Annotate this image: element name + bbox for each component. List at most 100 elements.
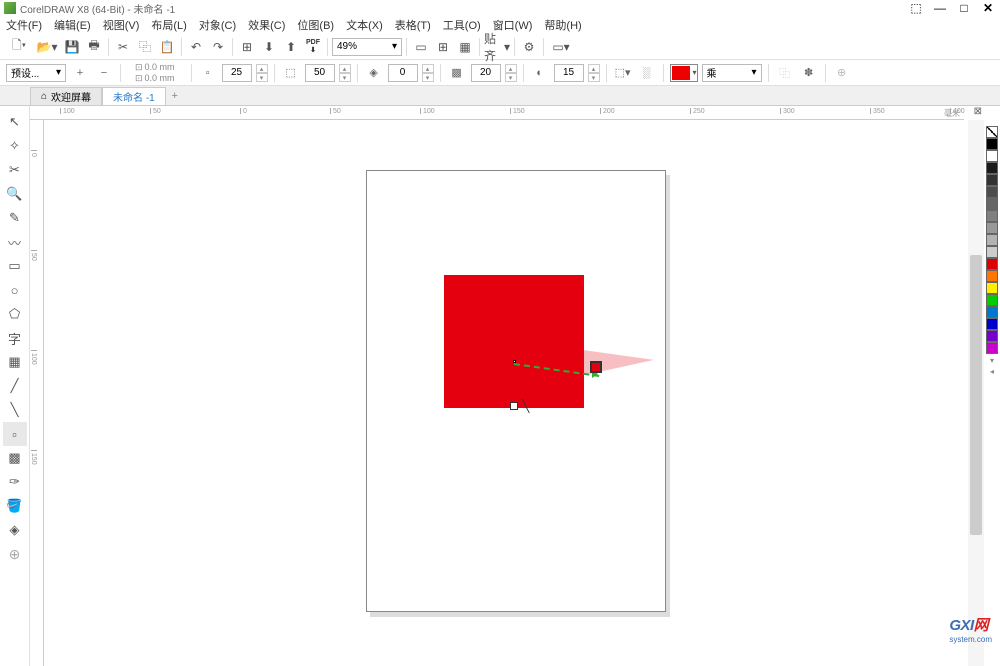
options-button[interactable]: ⚙ — [519, 37, 539, 57]
spinner-down[interactable]: ▾ — [422, 73, 434, 82]
blend-mode-dropdown[interactable]: 乘▾ — [702, 64, 762, 82]
menu-help[interactable]: 帮助(H) — [544, 17, 581, 33]
menu-file[interactable]: 文件(F) — [6, 17, 42, 33]
expand-tools[interactable]: ⊕ — [3, 542, 27, 566]
menu-bitmap[interactable]: 位图(B) — [297, 17, 334, 33]
connector-tool[interactable]: ╲ — [3, 398, 27, 422]
shadow-fade-icon[interactable]: ◈ — [364, 63, 384, 83]
color-swatch[interactable] — [986, 186, 998, 198]
menu-text[interactable]: 文本(X) — [346, 17, 383, 33]
color-swatch[interactable] — [986, 210, 998, 222]
palette-menu[interactable]: ◂ — [990, 367, 994, 376]
dimension-tool[interactable]: ╱ — [3, 374, 27, 398]
print-button[interactable]: 🖶 — [84, 37, 104, 57]
tab-welcome[interactable]: ⌂欢迎屏幕 — [30, 87, 102, 105]
color-swatch[interactable] — [986, 294, 998, 306]
vertical-scrollbar[interactable] — [968, 120, 984, 666]
close-button[interactable]: ✕ — [980, 2, 996, 14]
redo-button[interactable]: ↷ — [208, 37, 228, 57]
spinner-up[interactable]: ▴ — [339, 64, 351, 73]
menu-table[interactable]: 表格(T) — [395, 17, 431, 33]
ellipse-tool[interactable]: ○ — [3, 278, 27, 302]
close-canvas-button[interactable]: ⊠ — [974, 106, 982, 117]
shadow-slider-icon[interactable]: ╲ — [522, 399, 532, 409]
color-swatch[interactable] — [986, 174, 998, 186]
color-swatch[interactable] — [986, 306, 998, 318]
spinner-down[interactable]: ▾ — [256, 73, 268, 82]
fullscreen-button[interactable]: ▭ — [411, 37, 431, 57]
red-rectangle-object[interactable] — [444, 275, 584, 408]
guides-button[interactable]: ▦ — [455, 37, 475, 57]
shadow-stretch-icon[interactable]: ⬚ — [281, 63, 301, 83]
freehand-tool[interactable]: ✎ — [3, 206, 27, 230]
transparency-tool[interactable]: ▩ — [3, 446, 27, 470]
color-swatch[interactable] — [986, 342, 998, 354]
scrollbar-thumb[interactable] — [970, 255, 982, 535]
preset-dropdown[interactable]: 预设...▾ — [6, 64, 66, 82]
color-swatch[interactable] — [986, 246, 998, 258]
color-swatch[interactable] — [986, 222, 998, 234]
search-button[interactable]: ⊞ — [237, 37, 257, 57]
remove-preset-button[interactable]: − — [94, 63, 114, 83]
color-swatch[interactable] — [986, 162, 998, 174]
add-preset-button[interactable]: + — [70, 63, 90, 83]
color-swatch[interactable] — [986, 150, 998, 162]
pick-tool[interactable]: ↖ — [3, 110, 27, 134]
cut-button[interactable]: ✂ — [113, 37, 133, 57]
feather-direction-button[interactable]: ⬚▾ — [613, 63, 633, 83]
tab-document[interactable]: 未命名 -1 — [102, 87, 166, 105]
menu-effect[interactable]: 效果(C) — [248, 17, 285, 33]
vertical-ruler[interactable]: 0 50 100 150 — [30, 120, 44, 666]
menu-layout[interactable]: 布局(L) — [151, 17, 186, 33]
spinner-up[interactable]: ▴ — [256, 64, 268, 73]
spinner-down[interactable]: ▾ — [505, 73, 517, 82]
shadow-direction-icon[interactable]: ▫ — [198, 63, 218, 83]
restore-small-icon[interactable]: ⬚ — [908, 2, 924, 14]
zoom-level-input[interactable]: 49%▾ — [332, 38, 402, 56]
artistic-media-tool[interactable]: 〰 — [3, 230, 27, 254]
color-swatch[interactable] — [986, 330, 998, 342]
horizontal-ruler[interactable]: 100 50 0 50 100 150 200 250 300 350 400 … — [30, 106, 964, 120]
menu-tools[interactable]: 工具(O) — [443, 17, 481, 33]
shadow-feather-icon[interactable]: ◐ — [530, 63, 550, 83]
zoom-tool[interactable]: 🔍 — [3, 182, 27, 206]
new-button[interactable]: 🗋▾ — [6, 37, 32, 57]
open-button[interactable]: 📂▾ — [34, 37, 60, 57]
shape-tool[interactable]: ✧ — [3, 134, 27, 158]
color-swatch[interactable] — [986, 258, 998, 270]
shadow-end-handle[interactable] — [590, 361, 602, 373]
launch-button[interactable]: ▭▾ — [548, 37, 574, 57]
shadow-color-picker[interactable]: ▾ — [670, 64, 698, 82]
drop-shadow-tool[interactable]: ▫ — [3, 422, 27, 446]
spinner-up[interactable]: ▴ — [422, 64, 434, 73]
spinner-down[interactable]: ▾ — [339, 73, 351, 82]
palette-scroll-down[interactable]: ▾ — [990, 356, 994, 365]
eyedropper-tool[interactable]: ✑ — [3, 470, 27, 494]
menu-edit[interactable]: 编辑(E) — [54, 17, 91, 33]
color-swatch[interactable] — [986, 318, 998, 330]
spinner-up[interactable]: ▴ — [505, 64, 517, 73]
menu-object[interactable]: 对象(C) — [199, 17, 236, 33]
shadow-opacity-input[interactable]: 20 — [471, 64, 501, 82]
color-swatch[interactable] — [986, 138, 998, 150]
save-button[interactable]: 💾 — [62, 37, 82, 57]
undo-button[interactable]: ↶ — [186, 37, 206, 57]
x-position[interactable]: 0.0 mm — [145, 62, 185, 73]
import-button[interactable]: ⬇ — [259, 37, 279, 57]
outline-tool[interactable]: ◈ — [3, 518, 27, 542]
shadow-start-handle[interactable] — [510, 402, 518, 410]
y-position[interactable]: 0.0 mm — [145, 73, 185, 84]
fill-tool[interactable]: 🪣 — [3, 494, 27, 518]
paste-button[interactable]: 📋 — [157, 37, 177, 57]
shadow-opacity-icon[interactable]: ▩ — [447, 63, 467, 83]
color-swatch[interactable] — [986, 270, 998, 282]
maximize-button[interactable]: □ — [956, 2, 972, 14]
tab-add-button[interactable]: + — [166, 87, 184, 105]
crop-tool[interactable]: ✂ — [3, 158, 27, 182]
spinner-up[interactable]: ▴ — [588, 64, 600, 73]
no-fill-swatch[interactable] — [986, 126, 998, 138]
menu-view[interactable]: 视图(V) — [103, 17, 140, 33]
clear-shadow-button[interactable]: ✽ — [799, 63, 819, 83]
minimize-button[interactable]: — — [932, 2, 948, 14]
color-swatch[interactable] — [986, 198, 998, 210]
